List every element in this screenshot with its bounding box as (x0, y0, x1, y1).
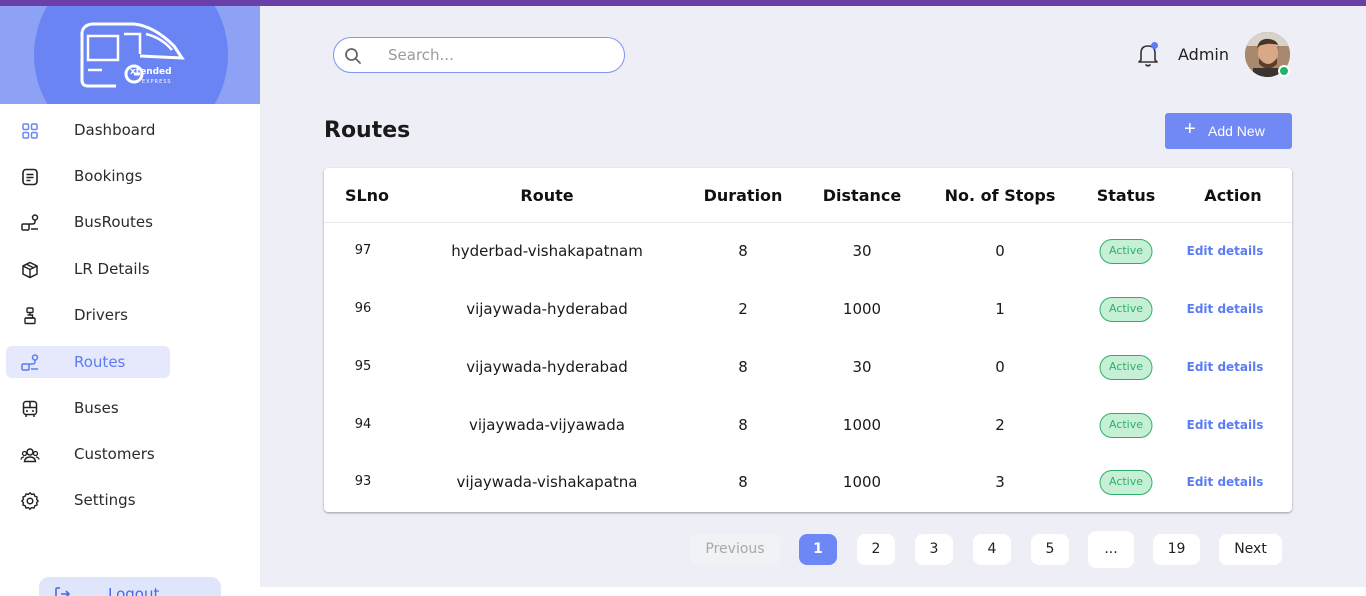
cell-distance: 30 (852, 242, 872, 260)
column-header-status: Status (1096, 186, 1156, 205)
sidebar-item-drivers[interactable]: Drivers (6, 299, 170, 331)
edit-details-link[interactable]: Edit details (1187, 418, 1264, 432)
cell-duration: 8 (738, 242, 748, 260)
bus-icon (22, 400, 38, 417)
page-button-3[interactable]: 3 (915, 534, 953, 565)
sidebar-item-bookings[interactable]: Bookings (6, 160, 170, 192)
grid-icon (22, 123, 38, 139)
cell-slno: 94 (354, 417, 372, 432)
routes-table: SLno Route Duration Distance No. of Stop… (324, 168, 1292, 512)
sidebar-item-label: Drivers (74, 306, 128, 324)
edit-details-link[interactable]: Edit details (1187, 475, 1264, 489)
status-badge: Active (1099, 355, 1153, 380)
cell-stops: 2 (995, 416, 1005, 434)
edit-details-link[interactable]: Edit details (1187, 302, 1264, 316)
sidebar-item-settings[interactable]: Settings (6, 484, 170, 516)
cell-stops: 0 (995, 242, 1005, 260)
sidebar: xtended EXPRESS Dashboard Bookings BusRo… (0, 6, 260, 596)
status-badge: Active (1099, 297, 1153, 322)
page-button-5[interactable]: 5 (1031, 534, 1069, 565)
page-ellipsis: ... (1088, 531, 1134, 568)
search-bar (333, 37, 625, 73)
status-badge: Active (1099, 413, 1153, 438)
bottom-strip (260, 587, 1366, 596)
column-header-action: Action (1204, 186, 1262, 205)
sidebar-item-label: Settings (74, 491, 136, 509)
online-status-dot (1278, 65, 1290, 77)
cell-distance: 1000 (842, 416, 882, 434)
column-header-duration: Duration (703, 186, 783, 205)
sidebar-item-label: Customers (74, 445, 155, 463)
cell-route: vijaywada-hyderabad (466, 358, 628, 376)
sidebar-item-routes[interactable]: Routes (6, 346, 170, 378)
page-button-19[interactable]: 19 (1153, 534, 1200, 565)
column-header-stops: No. of Stops (944, 186, 1056, 205)
edit-details-link[interactable]: Edit details (1187, 360, 1264, 374)
logo-text: xtended (130, 67, 172, 77)
plus-icon: + (1184, 118, 1196, 140)
sidebar-item-lr-details[interactable]: LR Details (6, 253, 170, 285)
package-icon (22, 261, 38, 279)
sidebar-item-label: Dashboard (74, 121, 156, 139)
notification-dot (1151, 42, 1158, 49)
column-header-route: Route (520, 186, 574, 205)
sidebar-item-label: BusRoutes (74, 213, 153, 231)
cell-route: hyderbad-vishakapatnam (451, 242, 643, 260)
cell-slno: 93 (354, 474, 372, 489)
sidebar-item-customers[interactable]: Customers (6, 438, 170, 470)
edit-details-link[interactable]: Edit details (1187, 244, 1264, 258)
cell-distance: 30 (852, 358, 872, 376)
add-new-label: Add New (1208, 123, 1265, 139)
cell-duration: 8 (738, 473, 748, 491)
cell-distance: 1000 (842, 473, 882, 491)
logout-icon (55, 587, 71, 596)
cell-stops: 1 (995, 300, 1005, 318)
sidebar-item-label: Buses (74, 399, 119, 417)
cell-duration: 2 (738, 300, 748, 318)
route-icon (21, 214, 39, 231)
next-page-button[interactable]: Next (1219, 534, 1282, 565)
gear-icon (21, 492, 39, 510)
page-title: Routes (324, 118, 411, 143)
cell-stops: 0 (995, 358, 1005, 376)
sidebar-item-label: LR Details (74, 260, 150, 278)
search-input[interactable] (388, 44, 608, 66)
cell-duration: 8 (738, 416, 748, 434)
logo-subtext: EXPRESS (142, 79, 172, 85)
logout-label: Logout (108, 585, 160, 596)
cell-distance: 1000 (842, 300, 882, 318)
column-header-distance: Distance (822, 186, 902, 205)
cell-route: vijaywada-hyderabad (466, 300, 628, 318)
search-icon (345, 48, 361, 64)
cell-route: vijaywada-vishakapatna (456, 473, 638, 491)
driver-icon (24, 307, 36, 325)
cell-route: vijaywada-vijyawada (469, 416, 625, 434)
route-icon (21, 354, 39, 371)
page-button-4[interactable]: 4 (973, 534, 1011, 565)
cell-duration: 8 (738, 358, 748, 376)
logo-area: xtended EXPRESS (0, 6, 260, 104)
document-icon (22, 168, 38, 186)
add-new-button[interactable]: + Add New (1165, 113, 1292, 149)
cell-slno: 96 (354, 301, 372, 316)
sidebar-item-buses[interactable]: Buses (6, 392, 170, 424)
page-button-2[interactable]: 2 (857, 534, 895, 565)
cell-slno: 95 (354, 359, 372, 374)
admin-name: Admin (1178, 45, 1229, 64)
users-icon (20, 448, 40, 463)
header-divider (324, 222, 1292, 223)
sidebar-item-label: Bookings (74, 167, 143, 185)
cell-slno: 97 (354, 243, 372, 258)
previous-page-button[interactable]: Previous (690, 534, 780, 565)
sidebar-item-busroutes[interactable]: BusRoutes (6, 206, 170, 238)
sidebar-item-label: Routes (74, 353, 126, 371)
status-badge: Active (1099, 239, 1153, 264)
sidebar-item-dashboard[interactable]: Dashboard (6, 114, 170, 146)
column-header-slno: SLno (344, 186, 390, 205)
logout-button[interactable]: Logout (39, 577, 221, 596)
cell-stops: 3 (995, 473, 1005, 491)
page-button-1[interactable]: 1 (799, 534, 837, 565)
status-badge: Active (1099, 470, 1153, 495)
